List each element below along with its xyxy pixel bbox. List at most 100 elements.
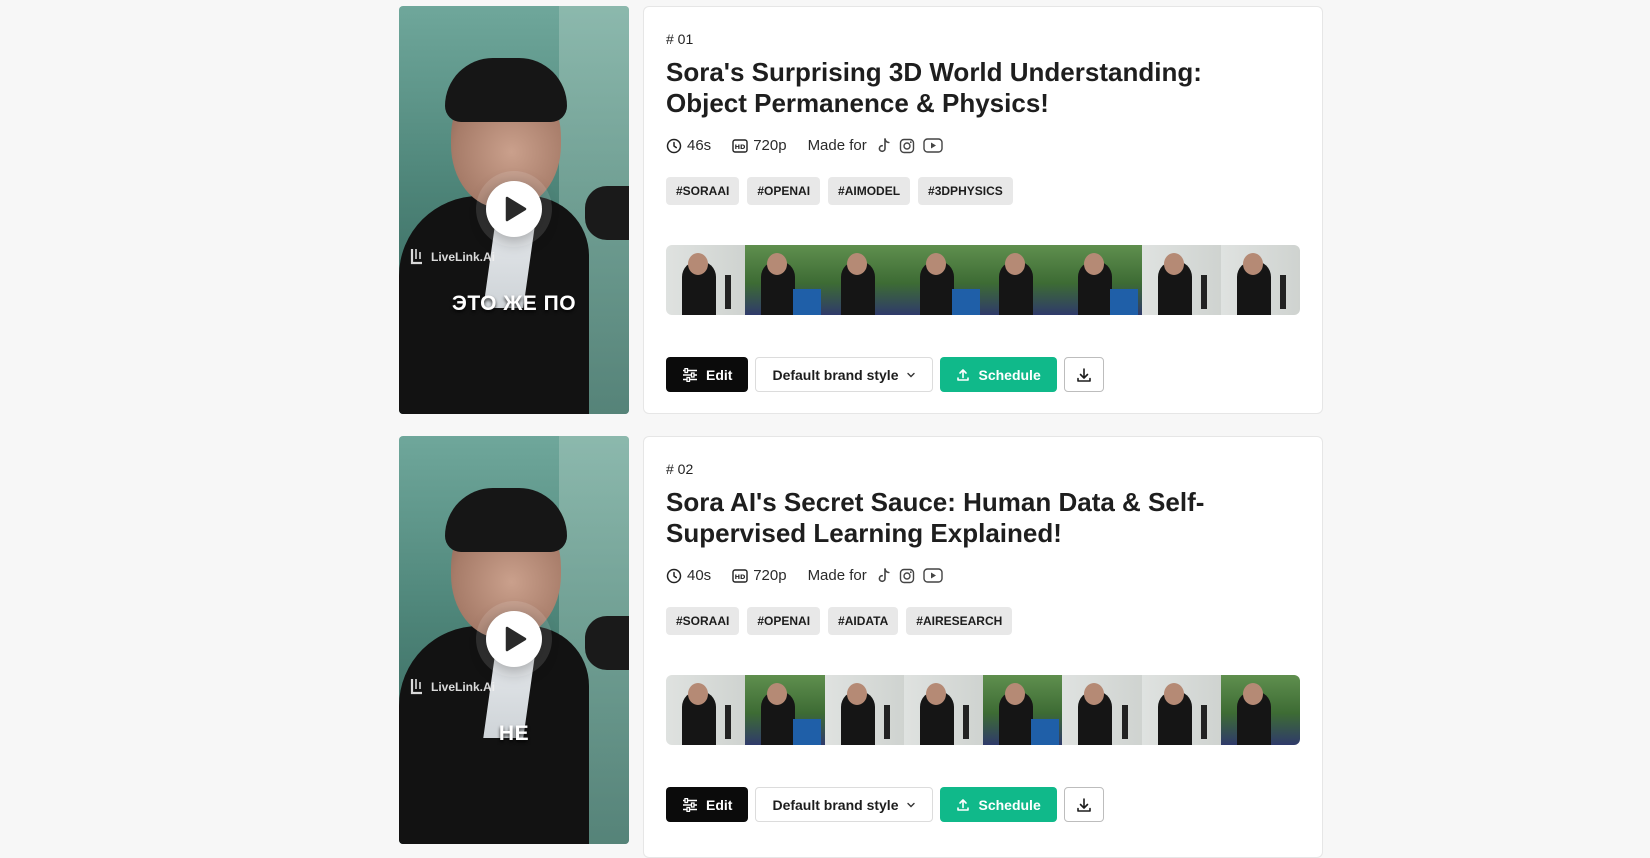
video-caption: ЭТО ЖЕ ПО: [451, 292, 577, 315]
timeline-frame: [666, 675, 746, 745]
hashtag[interactable]: #SORAAI: [666, 177, 740, 205]
made-for-label: Made for: [807, 137, 867, 154]
download-icon: [1076, 367, 1092, 383]
edit-label: Edit: [706, 366, 733, 383]
thumbnail-microphone: [585, 616, 629, 670]
timeline-frame: [1141, 675, 1221, 745]
resolution: HD 720p: [732, 137, 787, 154]
duration: 40s: [666, 567, 711, 584]
resolution-value: 720p: [753, 567, 787, 584]
resolution: HD 720p: [732, 567, 787, 584]
sliders-icon: [682, 367, 698, 382]
schedule-button[interactable]: Schedule: [940, 787, 1057, 822]
hashtag[interactable]: #AIDATA: [828, 607, 899, 635]
watermark: LiveLink.Ai: [409, 678, 495, 696]
clock-icon: [666, 568, 682, 584]
video-thumbnail[interactable]: LiveLink.Ai ЭТО ЖЕ ПО: [399, 6, 629, 414]
clip-card: LiveLink.Ai НЕ # 02 Sora AI's Secret Sau…: [399, 436, 1323, 858]
watermark: LiveLink.Ai: [409, 248, 495, 266]
video-thumbnail[interactable]: LiveLink.Ai НЕ: [399, 436, 629, 844]
download-button[interactable]: [1063, 357, 1104, 392]
timeline-frame: [903, 675, 983, 745]
watermark-text: LiveLink.Ai: [431, 250, 496, 264]
svg-text:HD: HD: [735, 573, 746, 581]
made-for-label: Made for: [807, 567, 867, 584]
clock-icon: [666, 138, 682, 154]
hd-icon: HD: [732, 568, 748, 583]
hashtag-list: #SORAAI #OPENAI #AIDATA #AIRESEARCH: [666, 607, 1013, 635]
timeline-frame: [745, 245, 825, 315]
clip-details-panel: # 02 Sora AI's Secret Sauce: Human Data …: [643, 436, 1323, 858]
timeline-frame: [745, 675, 825, 745]
schedule-label: Schedule: [978, 366, 1041, 383]
hashtag[interactable]: #OPENAI: [747, 177, 821, 205]
play-icon: [501, 626, 527, 652]
hashtag[interactable]: #OPENAI: [747, 607, 821, 635]
upload-icon: [956, 368, 970, 382]
clip-actions: Edit Default brand style Schedule: [666, 787, 1104, 822]
clip-number: # 02: [666, 461, 694, 477]
timeline-frame: [1141, 245, 1221, 315]
thumbnail-figure-hair: [445, 58, 567, 122]
thumbnail-microphone: [585, 186, 629, 240]
youtube-icon: [923, 568, 943, 583]
play-button[interactable]: [486, 611, 542, 667]
edit-button[interactable]: Edit: [666, 787, 749, 822]
hashtag-list: #SORAAI #OPENAI #AIMODEL #3DPHYSICS: [666, 177, 1013, 205]
watermark-text: LiveLink.Ai: [431, 680, 496, 694]
hashtag[interactable]: #3DPHYSICS: [918, 177, 1013, 205]
made-for: Made for: [808, 567, 943, 584]
brand-style-dropdown[interactable]: Default brand style: [755, 787, 934, 822]
hashtag[interactable]: #SORAAI: [666, 607, 740, 635]
tiktok-icon: [877, 137, 891, 154]
livelink-logo-icon: [409, 248, 425, 266]
chevron-down-icon: [906, 801, 916, 809]
play-icon: [501, 196, 527, 222]
clip-meta: 46s HD 720p Made for: [666, 137, 943, 154]
duration-value: 46s: [687, 137, 712, 154]
brand-style-dropdown[interactable]: Default brand style: [755, 357, 934, 392]
upload-icon: [956, 798, 970, 812]
brand-style-label: Default brand style: [772, 796, 899, 813]
duration: 46s: [666, 137, 711, 154]
timeline-frame: [1220, 245, 1300, 315]
svg-text:HD: HD: [735, 143, 746, 151]
brand-style-label: Default brand style: [772, 366, 899, 383]
clip-meta: 40s HD 720p Made for: [666, 567, 943, 584]
edit-button[interactable]: Edit: [666, 357, 749, 392]
thumbnail-figure-hair: [445, 488, 567, 552]
clip-number: # 01: [666, 31, 694, 47]
tiktok-icon: [877, 567, 891, 584]
frame-timeline[interactable]: [666, 245, 1300, 315]
timeline-frame: [983, 245, 1063, 315]
video-caption: НЕ: [498, 722, 530, 745]
clip-title: Sora AI's Secret Sauce: Human Data & Sel…: [666, 487, 1205, 548]
timeline-frame: [1220, 675, 1300, 745]
sliders-icon: [682, 797, 698, 812]
timeline-frame: [903, 245, 983, 315]
hd-icon: HD: [732, 138, 748, 153]
download-icon: [1076, 797, 1092, 813]
livelink-logo-icon: [409, 678, 425, 696]
youtube-icon: [923, 138, 943, 153]
instagram-icon: [899, 138, 915, 154]
clip-title: Sora's Surprising 3D World Understanding…: [666, 57, 1202, 118]
clip-actions: Edit Default brand style Schedule: [666, 357, 1104, 392]
timeline-frame: [1062, 245, 1142, 315]
hashtag[interactable]: #AIMODEL: [828, 177, 911, 205]
made-for: Made for: [808, 137, 943, 154]
clip-details-panel: # 01 Sora's Surprising 3D World Understa…: [643, 6, 1323, 414]
timeline-frame: [983, 675, 1063, 745]
download-button[interactable]: [1063, 787, 1104, 822]
chevron-down-icon: [906, 371, 916, 379]
hashtag[interactable]: #AIRESEARCH: [906, 607, 1013, 635]
frame-timeline[interactable]: [666, 675, 1300, 745]
schedule-button[interactable]: Schedule: [940, 357, 1057, 392]
resolution-value: 720p: [753, 137, 787, 154]
timeline-frame: [824, 675, 904, 745]
clip-card: LiveLink.Ai ЭТО ЖЕ ПО # 01 Sora's Surpri…: [399, 6, 1323, 415]
play-button[interactable]: [486, 181, 542, 237]
instagram-icon: [899, 568, 915, 584]
schedule-label: Schedule: [978, 796, 1041, 813]
edit-label: Edit: [706, 796, 733, 813]
